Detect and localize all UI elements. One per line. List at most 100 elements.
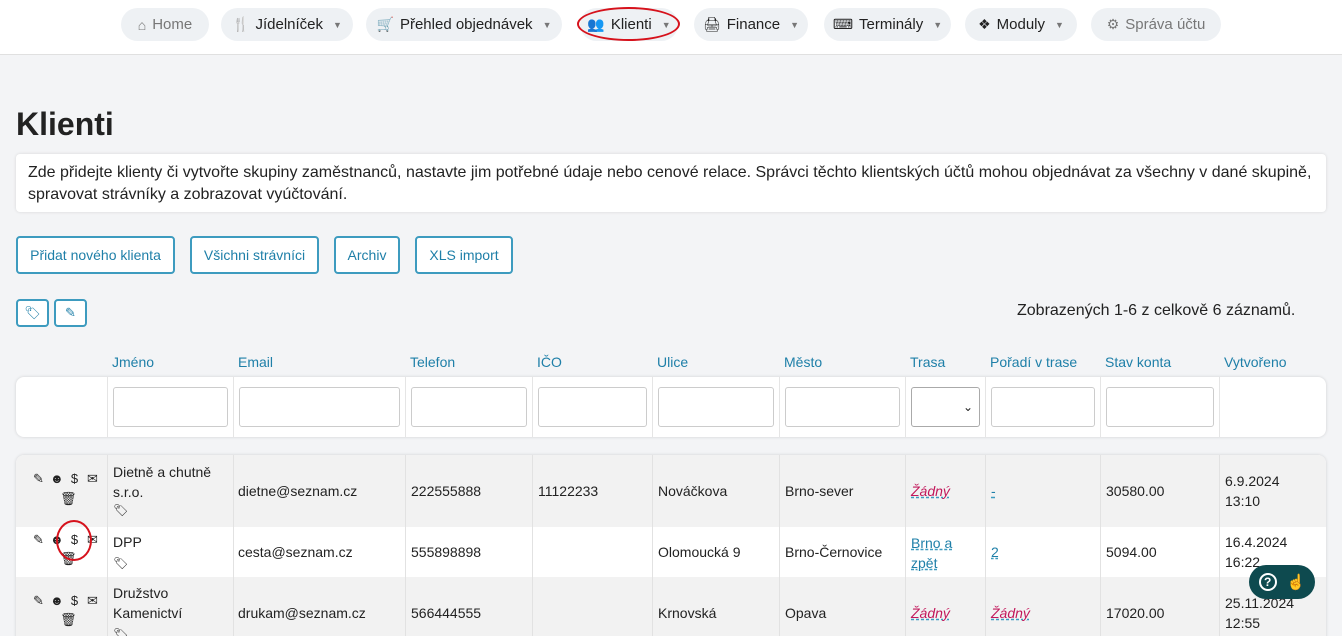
cell-stav-konta: 5094.00	[1106, 544, 1157, 560]
filter-jmeno-input[interactable]	[113, 387, 228, 427]
filter-email-input[interactable]	[239, 387, 400, 427]
trash-icon[interactable]: 🗑	[60, 551, 77, 567]
users-icon: 👥	[587, 16, 605, 32]
cash-register-icon: 🖨	[702, 16, 721, 32]
help-button[interactable]: ? ☝	[1249, 565, 1315, 599]
col-header-ulice[interactable]: Ulice	[657, 354, 688, 370]
cubes-icon: ❖	[978, 16, 991, 32]
cell-ico: 11122233	[538, 483, 599, 499]
envelope-icon[interactable]: ✉	[86, 471, 99, 487]
filter-ico-input[interactable]	[538, 387, 647, 427]
tag-icon[interactable]: 🏷	[113, 627, 128, 636]
info-box: Zde přidejte klienty či vytvořte skupiny…	[16, 154, 1326, 212]
cell-trasa-line: zpět	[911, 555, 938, 571]
trash-icon[interactable]: 🗑	[60, 612, 77, 628]
nav-klienti[interactable]: 👥 Klienti ▼	[580, 8, 678, 41]
tag-icon[interactable]: 🏷	[113, 556, 128, 570]
divider	[107, 377, 108, 437]
dollar-icon[interactable]: $	[68, 532, 81, 548]
filter-row: ⌄	[16, 377, 1326, 437]
cell-jmeno-line: Družstvo	[113, 585, 169, 601]
cell-stav-konta: 17020.00	[1106, 605, 1165, 621]
envelope-icon[interactable]: ✉	[86, 532, 99, 548]
cell-poradi[interactable]: Žádný	[991, 603, 1030, 623]
page-title: Klienti	[16, 106, 114, 142]
pencil-icon[interactable]: ✎	[32, 532, 45, 548]
chevron-down-icon: ▼	[333, 19, 342, 30]
nav-finance-label: Finance	[726, 16, 781, 33]
cell-poradi[interactable]: -	[991, 481, 996, 501]
home-icon: ⌂	[137, 16, 147, 33]
archive-button[interactable]: Archiv	[334, 236, 400, 274]
tag-icon[interactable]: 🏷	[113, 503, 128, 517]
cell-mesto: Opava	[785, 605, 827, 621]
divider	[905, 377, 906, 437]
nav-prehled-objednavek[interactable]: 🛒 Přehled objednávek ▼	[366, 8, 562, 41]
xls-import-button[interactable]: XLS import	[415, 236, 513, 274]
filter-mesto-input[interactable]	[785, 387, 900, 427]
col-header-email[interactable]: Email	[238, 354, 273, 370]
user-icon[interactable]: ☻	[50, 471, 64, 487]
nav-moduly[interactable]: ❖ Moduly ▼	[965, 8, 1077, 41]
divider	[233, 377, 234, 437]
nav-jidelnicek[interactable]: 🍴 Jídelníček ▼	[221, 8, 353, 41]
divider	[985, 455, 986, 527]
edit-button[interactable]: ✎	[54, 299, 87, 327]
nav-home[interactable]: ⌂ Home	[121, 8, 209, 41]
question-icon: ?	[1258, 573, 1277, 591]
divider	[107, 577, 108, 636]
trash-icon[interactable]: 🗑	[60, 491, 77, 507]
filter-trasa-select[interactable]: ⌄	[911, 387, 980, 427]
filter-telefon-input[interactable]	[411, 387, 527, 427]
nav-terminaly-label: Terminály	[859, 16, 924, 33]
nav-sprava-label: Správa účtu	[1125, 16, 1206, 33]
col-header-ico[interactable]: IČO	[537, 354, 562, 370]
divider	[652, 377, 653, 437]
envelope-icon[interactable]: ✉	[86, 593, 99, 609]
col-header-mesto[interactable]: Město	[784, 354, 822, 370]
pointing-hand-icon: ☝	[1286, 574, 1306, 591]
divider	[1219, 577, 1220, 636]
col-header-vytvoreno[interactable]: Vytvořeno	[1224, 354, 1287, 370]
cell-jmeno: DPP	[113, 534, 142, 550]
user-icon[interactable]: ☻	[50, 593, 64, 609]
divider	[405, 527, 406, 577]
cell-ulice: Krnovská	[658, 605, 717, 621]
tag-button[interactable]: 🏷	[16, 299, 49, 327]
cell-poradi[interactable]: 2	[991, 542, 999, 562]
nav-finance[interactable]: 🖨 Finance ▼	[694, 8, 808, 41]
filter-ulice-input[interactable]	[658, 387, 774, 427]
cell-trasa[interactable]: Žádný	[911, 603, 950, 623]
cell-email: dietne@seznam.cz	[238, 483, 358, 499]
nav-home-label: Home	[152, 16, 193, 33]
cell-trasa[interactable]: Brno a zpět	[911, 533, 952, 573]
divider	[779, 377, 780, 437]
nav-terminaly[interactable]: ⌨ Terminály ▼	[824, 8, 951, 41]
table-row: ✎ ☻ $ ✉ 🗑 🏷 Družstvo Kamenictví drukam@s…	[16, 577, 1326, 636]
col-header-trasa[interactable]: Trasa	[910, 354, 945, 370]
divider	[779, 577, 780, 636]
user-icon[interactable]: ☻	[50, 532, 64, 548]
pencil-icon: ✎	[65, 305, 76, 320]
pencil-icon[interactable]: ✎	[32, 471, 45, 487]
nav-jidelnicek-label: Jídelníček	[255, 16, 324, 33]
col-header-jmeno[interactable]: Jméno	[112, 354, 154, 370]
cell-trasa[interactable]: Žádný	[911, 481, 950, 501]
dollar-icon[interactable]: $	[68, 593, 81, 609]
all-diners-button[interactable]: Všichni strávníci	[190, 236, 319, 274]
divider	[405, 577, 406, 636]
pencil-icon[interactable]: ✎	[32, 593, 45, 609]
col-header-stav-konta[interactable]: Stav konta	[1105, 354, 1171, 370]
add-client-button[interactable]: Přidat nového klienta	[16, 236, 175, 274]
divider	[779, 455, 780, 527]
divider	[1219, 455, 1220, 527]
filter-stav-konta-input[interactable]	[1106, 387, 1214, 427]
nav-sprava-uctu[interactable]: ⚙ Správa účtu	[1091, 8, 1221, 41]
chevron-down-icon: ▼	[1055, 19, 1064, 30]
col-header-poradi[interactable]: Pořadí v trase	[990, 354, 1077, 370]
divider	[233, 455, 234, 527]
filter-poradi-input[interactable]	[991, 387, 1095, 427]
col-header-telefon[interactable]: Telefon	[410, 354, 455, 370]
dollar-icon[interactable]: $	[68, 471, 81, 487]
cell-jmeno-line: Dietně a chutně	[113, 464, 212, 480]
